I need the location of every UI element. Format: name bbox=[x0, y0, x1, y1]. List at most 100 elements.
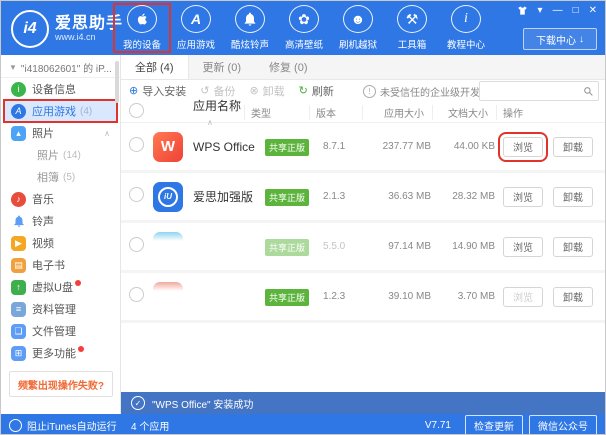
header-version[interactable]: 版本 bbox=[309, 105, 362, 120]
search-icon bbox=[583, 86, 594, 97]
wechat-official-button[interactable]: 微信公众号 bbox=[529, 415, 597, 435]
sidebar-item-device-info[interactable]: i 设备信息 bbox=[1, 78, 120, 100]
uninstall-button[interactable]: 卸载 bbox=[553, 137, 593, 157]
app-version: 8.7.1 bbox=[323, 141, 369, 152]
main-nav: 我的设备 A 应用游戏 酷炫铃声 ✿ 高清壁纸 ☻ 刷机越狱 ⚒ bbox=[115, 5, 493, 51]
notification-text: "WPS Office" 安装成功 bbox=[152, 396, 253, 411]
table-row[interactable]: W WPS Office 共享正版 8.7.1 237.77 MB 44.00 … bbox=[121, 123, 606, 173]
sidebar-subitem-albums[interactable]: 相簿 (5) bbox=[1, 166, 120, 188]
tab-repair[interactable]: 修复 (0) bbox=[255, 55, 322, 79]
download-center-button[interactable]: 下载中心↓ bbox=[523, 28, 597, 50]
search-input[interactable] bbox=[480, 86, 583, 97]
nav-label: 我的设备 bbox=[123, 36, 161, 50]
sidebar-item-music[interactable]: ♪ 音乐 bbox=[1, 188, 120, 210]
skin-icon[interactable] bbox=[517, 5, 528, 16]
nav-jailbreak[interactable]: ☻ 刷机越狱 bbox=[331, 5, 385, 51]
maximize-icon[interactable]: □ bbox=[573, 5, 579, 16]
nav-label: 高清壁纸 bbox=[285, 36, 323, 50]
import-icon: ⊕ bbox=[129, 86, 138, 97]
chevron-up-icon[interactable]: ∧ bbox=[104, 129, 110, 138]
uninstall-button[interactable]: ⊗ 卸载 bbox=[249, 83, 284, 99]
wps-app-icon: W bbox=[153, 132, 183, 162]
sidebar-item-photos[interactable]: ▴ 照片 ∧ bbox=[1, 122, 120, 144]
nav-my-device[interactable]: 我的设备 bbox=[115, 5, 169, 51]
sidebar-item-ringtones[interactable]: 铃声 bbox=[1, 210, 120, 232]
device-info-icon: i bbox=[11, 82, 26, 97]
sidebar-item-data-manager[interactable]: ≡ 资料管理 bbox=[1, 298, 120, 320]
row-checkbox[interactable] bbox=[129, 287, 144, 302]
browse-button[interactable]: 浏览 bbox=[503, 287, 543, 307]
main-content: 全部 (4) 更新 (0) 修复 (0) ⊕ 导入安装 ↺ 备份 ⊗ 卸载 ↻ … bbox=[121, 55, 606, 392]
itunes-autorun-toggle[interactable]: 阻止iTunes自动运行 bbox=[9, 418, 123, 433]
check-update-button[interactable]: 检查更新 bbox=[465, 415, 523, 435]
refresh-icon: ↻ bbox=[299, 86, 308, 97]
app-title: 爱思助手 bbox=[55, 16, 123, 33]
sidebar-item-more-features[interactable]: ⊞ 更多功能 bbox=[1, 342, 120, 364]
music-icon: ♪ bbox=[11, 192, 26, 207]
browse-button[interactable]: 浏览 bbox=[503, 187, 543, 207]
uninstall-button[interactable]: 卸载 bbox=[553, 287, 593, 307]
sidebar-scrollbar[interactable] bbox=[115, 61, 119, 103]
close-icon[interactable]: ✕ bbox=[589, 5, 597, 16]
sidebar-item-app-games[interactable]: A 应用游戏 (4) bbox=[4, 100, 117, 122]
uninstall-button[interactable]: 卸载 bbox=[553, 237, 593, 257]
minimize-icon[interactable]: — bbox=[553, 5, 563, 16]
sidebar-item-file-manager[interactable]: ❏ 文件管理 bbox=[1, 320, 120, 342]
uninstall-button[interactable]: 卸载 bbox=[553, 187, 593, 207]
sidebar-item-ebooks[interactable]: ▤ 电子书 bbox=[1, 254, 120, 276]
device-name[interactable]: ▼ "i418062601" 的 iP... bbox=[1, 55, 120, 78]
header-app-size[interactable]: 应用大小 bbox=[362, 105, 432, 120]
operation-failure-help-button[interactable]: 频繁出现操作失败? bbox=[9, 371, 113, 397]
nav-toolbox[interactable]: ⚒ 工具箱 bbox=[385, 5, 439, 51]
row-checkbox[interactable] bbox=[129, 187, 144, 202]
tab-all[interactable]: 全部 (4) bbox=[121, 55, 189, 79]
sort-asc-icon[interactable]: ∧ bbox=[207, 118, 213, 127]
tab-updates[interactable]: 更新 (0) bbox=[189, 55, 256, 79]
app-version: 1.2.3 bbox=[323, 291, 369, 302]
nav-label: 刷机越狱 bbox=[339, 36, 377, 50]
apple-icon bbox=[127, 5, 157, 33]
header-type[interactable]: 类型 bbox=[244, 105, 309, 120]
bell-icon bbox=[11, 214, 26, 229]
refresh-button[interactable]: ↻ 刷新 bbox=[299, 83, 334, 99]
app-header: i4 爱思助手 www.i4.cn 我的设备 A 应用游戏 酷炫铃声 bbox=[1, 1, 605, 55]
row-checkbox[interactable] bbox=[129, 237, 144, 252]
appstore-icon: A bbox=[11, 104, 26, 119]
photo-icon: ▴ bbox=[11, 126, 26, 141]
nav-ringtones[interactable]: 酷炫铃声 bbox=[223, 5, 277, 51]
logo-i4-icon: i4 bbox=[11, 10, 49, 48]
nav-tutorials[interactable]: i 教程中心 bbox=[439, 5, 493, 51]
i4-app-icon: iU bbox=[153, 182, 183, 212]
backup-button[interactable]: ↺ 备份 bbox=[200, 83, 235, 99]
row-checkbox[interactable] bbox=[129, 137, 144, 152]
sidebar-item-virtual-usb[interactable]: ↑ 虚拟U盘 bbox=[1, 276, 120, 298]
bell-icon bbox=[235, 5, 265, 33]
menu-chevron-icon[interactable]: ▾ bbox=[538, 5, 543, 16]
import-install-button[interactable]: ⊕ 导入安装 bbox=[129, 83, 186, 99]
nav-label: 工具箱 bbox=[398, 36, 427, 50]
appstore-icon: A bbox=[181, 5, 211, 33]
table-row[interactable]: 共享正版 5.5.0 97.14 MB 14.90 MB 浏览 卸载 bbox=[121, 223, 606, 273]
jailbreak-face-icon: ☻ bbox=[343, 5, 373, 33]
license-badge: 共享正版 bbox=[265, 189, 309, 206]
browse-button[interactable]: 浏览 bbox=[503, 137, 543, 157]
doc-size: 28.32 MB bbox=[439, 191, 503, 202]
nav-wallpapers[interactable]: ✿ 高清壁纸 bbox=[277, 5, 331, 51]
select-all-checkbox[interactable] bbox=[129, 103, 144, 118]
nav-app-games[interactable]: A 应用游戏 bbox=[169, 5, 223, 51]
window-controls: ▾ — □ ✕ bbox=[517, 5, 597, 16]
header-doc-size[interactable]: 文档大小 bbox=[432, 105, 496, 120]
table-row[interactable]: iU 爱思加强版 共享正版 2.1.3 36.63 MB 28.32 MB 浏览… bbox=[121, 173, 606, 223]
license-badge: 共享正版 bbox=[265, 139, 309, 156]
toolbar: ⊕ 导入安装 ↺ 备份 ⊗ 卸载 ↻ 刷新 ! 未受信任的企业级开发者 bbox=[121, 80, 606, 102]
version-label: V7.71 bbox=[425, 420, 451, 431]
table-row[interactable]: 共享正版 1.2.3 39.10 MB 3.70 MB 浏览 卸载 bbox=[121, 273, 606, 323]
doc-size: 14.90 MB bbox=[439, 241, 503, 252]
tab-bar: 全部 (4) 更新 (0) 修复 (0) bbox=[121, 55, 606, 80]
browse-button[interactable]: 浏览 bbox=[503, 237, 543, 257]
untrusted-developer-notice[interactable]: ! 未受信任的企业级开发者 bbox=[363, 80, 490, 102]
doc-size: 3.70 MB bbox=[439, 291, 503, 302]
app-size: 237.77 MB bbox=[369, 141, 439, 152]
sidebar-item-videos[interactable]: ▶ 视频 bbox=[1, 232, 120, 254]
sidebar-subitem-photos[interactable]: 照片 (14) bbox=[1, 144, 120, 166]
